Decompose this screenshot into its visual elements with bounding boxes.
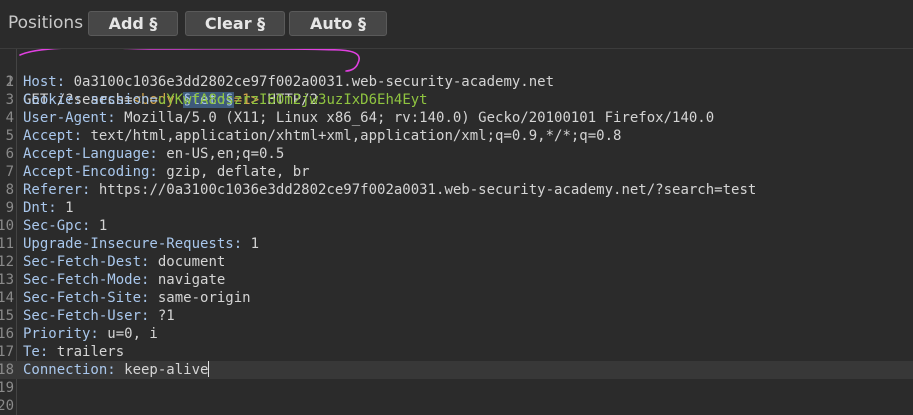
header-value: gzip, deflate, br (157, 164, 310, 180)
header-line[interactable]: 3 Cookie: session=uYKwfA8dszrzI60m2jw3uzI… (0, 91, 913, 109)
header-line[interactable]: 4 User-Agent: Mozilla/5.0 (X11; Linux x86… (0, 109, 913, 127)
header-name: Upgrade-Insecure-Requests: (23, 236, 243, 252)
header-name: Sec-Fetch-Mode: (23, 272, 150, 288)
header-name: Sec-Gpc: (23, 218, 91, 234)
line-number: 10 (0, 218, 14, 234)
header-line[interactable]: 17 Te: trailers (0, 343, 913, 361)
header-name: Sec-Fetch-User: (23, 308, 150, 324)
positions-title: Positions (8, 13, 84, 33)
header-value: keep-alive (115, 362, 209, 378)
header-value: ?1 (149, 308, 175, 324)
line-number: 16 (0, 326, 14, 342)
header-name: Referer: (23, 182, 91, 198)
cookie-value: uYKwfA8dszrzI60m2jw3uzIxD6Eh4Eyt (157, 92, 428, 108)
line-number: 20 (0, 398, 14, 414)
line-number: 7 (5, 164, 14, 180)
header-name: Accept-Encoding: (23, 164, 158, 180)
header-line[interactable]: 6 Accept-Language: en-US,en;q=0.5 (0, 145, 913, 163)
line-number: 2 (5, 74, 14, 90)
empty-line[interactable]: 20 (0, 397, 913, 415)
header-line[interactable]: 10 Sec-Gpc: 1 (0, 217, 913, 235)
header-line[interactable]: 7 Accept-Encoding: gzip, deflate, br (0, 163, 913, 181)
line-number: 3 (5, 92, 14, 108)
header-line[interactable]: 9 Dnt: 1 (0, 199, 913, 217)
header-value: 1 (242, 236, 260, 252)
header-value: u=0, i (98, 326, 158, 342)
header-line[interactable]: 18 Connection: keep-alive (0, 361, 913, 379)
line-number: 4 (5, 110, 14, 126)
line-number: 14 (0, 290, 14, 306)
header-name: Connection: (23, 362, 116, 378)
line-number: 8 (5, 182, 14, 198)
header-value: 1 (56, 200, 74, 216)
header-name: Accept: (23, 128, 83, 144)
header-line[interactable]: 14 Sec-Fetch-Site: same-origin (0, 289, 913, 307)
header-name: Priority: (23, 326, 99, 342)
line-number: 11 (0, 236, 14, 252)
empty-line[interactable]: 19 (0, 379, 913, 397)
header-value: document (149, 254, 226, 270)
header-line[interactable]: 15 Sec-Fetch-User: ?1 (0, 307, 913, 325)
line-number: 9 (5, 200, 14, 216)
header-name: Te: (23, 344, 49, 360)
header-name: User-Agent: (23, 110, 116, 126)
header-name: Sec-Fetch-Dest: (23, 254, 150, 270)
header-line[interactable]: 11 Upgrade-Insecure-Requests: 1 (0, 235, 913, 253)
header-line[interactable]: 12 Sec-Fetch-Dest: document (0, 253, 913, 271)
header-line[interactable]: 2 Host: 0a3100c1036e3dd2802ce97f002a0031.… (0, 73, 913, 91)
header-value: 1 (90, 218, 108, 234)
add-marker-button[interactable]: Add § (88, 11, 178, 36)
header-value: 0a3100c1036e3dd2802ce97f002a0031.web-sec… (65, 74, 555, 90)
line-number: 19 (0, 380, 14, 396)
clear-markers-button[interactable]: Clear § (185, 11, 285, 36)
positions-toolbar: Positions Add § Clear § Auto § (0, 0, 913, 48)
header-name: Host: (23, 74, 66, 90)
header-value: navigate (149, 272, 226, 288)
header-line[interactable]: 5 Accept: text/html,application/xhtml+xml… (0, 127, 913, 145)
line-number: 15 (0, 308, 14, 324)
header-name: Cookie: (23, 92, 83, 108)
cookie-name: session= (90, 92, 158, 108)
header-name: Dnt: (23, 200, 57, 216)
line-number: 6 (5, 146, 14, 162)
header-name: Sec-Fetch-Site: (23, 290, 150, 306)
header-line[interactable]: 8 Referer: https://0a3100c1036e3dd2802ce9… (0, 181, 913, 199)
auto-markers-button[interactable]: Auto § (289, 11, 387, 36)
request-line[interactable]: 1 GET /?search=<body §teto§=1> HTTP/2 (0, 55, 913, 108)
header-value: https://0a3100c1036e3dd2802ce97f002a0031… (90, 182, 757, 198)
line-number: 5 (5, 128, 14, 144)
header-name: Accept-Language: (23, 146, 158, 162)
header-line[interactable]: 16 Priority: u=0, i (0, 325, 913, 343)
header-value: Mozilla/5.0 (X11; Linux x86_64; rv:140.0… (115, 110, 715, 126)
request-editor[interactable]: 1 GET /?search=<body §teto§=1> HTTP/2 2H… (0, 48, 913, 415)
text-caret (208, 361, 210, 377)
header-value: same-origin (149, 290, 251, 306)
header-line[interactable]: 13 Sec-Fetch-Mode: navigate (0, 271, 913, 289)
header-value: trailers (48, 344, 125, 360)
line-number: 18 (0, 362, 14, 378)
header-value: en-US,en;q=0.5 (157, 146, 285, 162)
line-number: 12 (0, 254, 14, 270)
header-value: text/html,application/xhtml+xml,applicat… (82, 128, 622, 144)
line-number: 13 (0, 272, 14, 288)
line-number: 17 (0, 344, 14, 360)
